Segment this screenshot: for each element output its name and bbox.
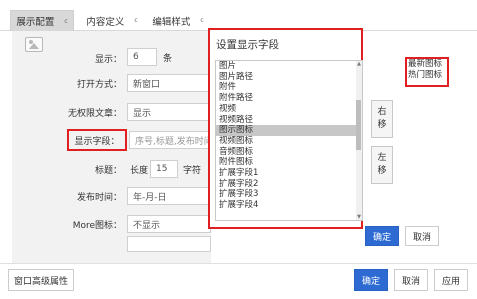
move-right-char-1: 右 (377, 107, 387, 117)
publish-time-select[interactable]: 年-月-日 (127, 187, 211, 205)
move-left-char-1: 左 (377, 153, 387, 163)
field-list-item[interactable]: 音频图标 (216, 147, 359, 158)
tab-label: 内容定义 (86, 16, 125, 28)
count-input[interactable]: 6 (127, 48, 157, 66)
move-left-button[interactable]: 左 移 (371, 146, 393, 184)
field-list-item[interactable]: 扩展字段3 (216, 189, 359, 200)
selected-field-item[interactable]: 热门图标 (408, 70, 447, 81)
image-icon (25, 37, 43, 52)
tab-label: 编辑样式 (152, 16, 191, 28)
move-right-char-2: 移 (377, 120, 387, 130)
display-fields-label: 显示字段： (74, 136, 120, 147)
count-unit: 条 (163, 53, 173, 64)
more-icon-label: More图标： (72, 220, 122, 231)
field-list-item[interactable]: 扩展字段2 (216, 179, 359, 190)
cancel-button[interactable]: 取消 (394, 269, 428, 291)
field-list-item[interactable]: 视频路径 (216, 115, 359, 126)
field-list-item[interactable]: 扩展字段4 (216, 200, 359, 211)
field-list-item[interactable]: 视频图标 (216, 136, 359, 147)
more-icon-select[interactable]: 不显示 (127, 215, 211, 233)
selected-field-item[interactable]: 最新图标 (408, 59, 447, 70)
display-fields-label-box: 显示字段： (67, 129, 127, 151)
no-permission-label: 无权限文章： (67, 108, 122, 119)
tab-close-icon[interactable]: c (200, 17, 203, 24)
title-length-unit: 字符 (183, 165, 202, 176)
move-right-button[interactable]: 右 移 (371, 100, 393, 138)
form-extra-input[interactable] (127, 236, 211, 252)
tab-content-definition[interactable]: 内容定义 c (80, 10, 144, 31)
dialog-cancel-button[interactable]: 取消 (405, 226, 439, 246)
list-scroll-thumb[interactable] (356, 100, 361, 150)
title-length-input[interactable]: 15 (150, 160, 178, 178)
field-list-item[interactable]: 附件图标 (216, 157, 359, 168)
scroll-up-arrow-icon[interactable]: ▲ (356, 61, 362, 67)
tab-edit-style[interactable]: 编辑样式 c (146, 10, 210, 31)
field-list-item[interactable]: 扩展字段1 (216, 168, 359, 179)
advanced-properties-button[interactable]: 窗口高级属性 (8, 269, 74, 291)
save-button[interactable]: 确定 (354, 269, 388, 291)
field-list-item[interactable]: 视频 (216, 104, 359, 115)
tab-display-config[interactable]: 展示配置 c (10, 10, 74, 31)
publish-time-label: 发布时间： (76, 192, 122, 203)
no-permission-select[interactable]: 显示 (127, 103, 211, 121)
move-left-char-2: 移 (377, 166, 387, 176)
field-list-item[interactable]: 图片 (216, 61, 359, 72)
selected-fields-list[interactable]: 最新图标 热门图标 (405, 57, 449, 87)
field-list-item[interactable]: 图片路径 (216, 72, 359, 83)
dialog-title: 设置显示字段 (216, 38, 279, 51)
display-fields-input[interactable]: 序号,标题,发布时间 (129, 131, 211, 149)
dialog-ok-button[interactable]: 确定 (365, 226, 399, 246)
title-label: 标题： (94, 165, 122, 176)
tab-close-icon[interactable]: c (134, 17, 137, 24)
apply-button[interactable]: 应用 (434, 269, 468, 291)
scroll-down-arrow-icon[interactable]: ▼ (356, 214, 362, 220)
available-fields-list[interactable]: 图片 图片路径 附件 附件路径 视频 视频路径 图示图标 视频图标 音频图标 附件图标 扩展字段1 扩… (215, 60, 363, 221)
tab-close-icon[interactable]: c (64, 18, 67, 25)
title-length-label: 长度 (130, 165, 149, 176)
open-mode-label: 打开方式： (76, 79, 122, 90)
open-mode-select[interactable]: 新窗口 (127, 74, 211, 92)
field-list-item[interactable]: 附件路径 (216, 93, 359, 104)
field-list-item[interactable]: 附件 (216, 82, 359, 93)
tab-label: 展示配置 (16, 17, 55, 28)
count-label: 显示： (94, 54, 122, 65)
field-list-item[interactable]: 图示图标 (216, 125, 359, 136)
